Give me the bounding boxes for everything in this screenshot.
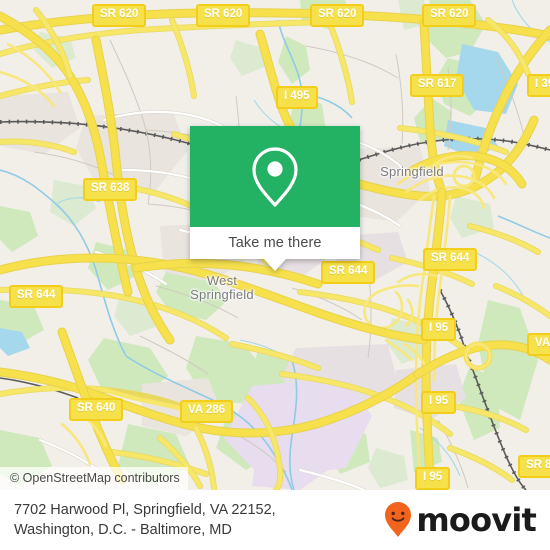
highway-shield-va286-2[interactable]: VA 286 [180,400,234,423]
shield-label: VA 286 [188,404,226,416]
highway-shield-sr620-4[interactable]: SR 620 [422,4,477,27]
shield-label: I 395 [535,78,550,90]
shield-label: SR 620 [100,8,139,20]
highway-shield-sr620-2[interactable]: SR 620 [196,4,251,27]
moovit-logo[interactable]: moovit [383,501,537,539]
popup-tail-arrow [264,259,286,271]
screenshot-root: .land { fill:#f2efe9; } .green { fill:#c… [0,0,550,550]
shield-label: SR 620 [430,8,469,20]
highway-shield-sr620-3[interactable]: SR 620 [310,4,365,27]
moovit-wordmark: moovit [416,501,536,539]
highway-shield-sr640[interactable]: SR 640 [69,398,124,421]
shield-label: SR 617 [418,78,457,90]
shield-label: SR 640 [77,402,116,414]
highway-shield-i95-2[interactable]: I 95 [421,391,457,414]
address-line-1: 7702 Harwood Pl, Springfield, VA 22152, [14,502,276,518]
shield-label: SR 620 [318,8,357,20]
highway-shield-sr620-1[interactable]: SR 620 [92,4,147,27]
address-caption: 7702 Harwood Pl, Springfield, VA 22152, … [14,500,276,540]
osm-attribution[interactable]: © OpenStreetMap contributors [0,467,188,490]
highway-shield-sr644-1[interactable]: SR 644 [423,248,478,271]
shield-label: I 495 [284,90,310,102]
highway-shield-sr638[interactable]: SR 638 [83,178,138,201]
highway-shield-i95-1[interactable]: I 95 [421,318,457,341]
shield-label: SR 644 [17,289,56,301]
shield-label: SR 644 [431,252,470,264]
take-me-there-label: Take me there [228,235,322,251]
map-pin-icon [252,146,298,207]
shield-label: SR 620 [204,8,243,20]
shield-label: I 95 [423,471,443,483]
highway-shield-i495[interactable]: I 495 [276,86,318,109]
highway-shield-sr644-3[interactable]: SR 644 [9,285,64,308]
address-line-2: Washington, D.C. - Baltimore, MD [14,522,232,538]
moovit-smiley-pin-icon [385,502,412,537]
highway-shield-i395[interactable]: I 395 [527,74,550,97]
popup-footer[interactable]: Take me there [190,227,360,259]
location-popup-card[interactable]: Take me there [190,126,360,271]
map-canvas[interactable]: .land { fill:#f2efe9; } .green { fill:#c… [0,0,550,490]
highway-shield-i95-3[interactable]: I 95 [415,467,451,490]
highway-shield-va286-1[interactable]: VA 286 [527,333,550,356]
highway-shield-sr869[interactable]: SR 869 [518,455,550,478]
shield-label: I 95 [429,322,449,334]
footer-bar: 7702 Harwood Pl, Springfield, VA 22152, … [0,490,550,550]
popup-header [190,126,360,227]
shield-label: SR 869 [526,459,550,471]
shield-label: I 95 [429,395,449,407]
shield-label: VA 286 [535,337,550,349]
highway-shield-sr617[interactable]: SR 617 [410,74,465,97]
shield-label: SR 638 [91,182,130,194]
